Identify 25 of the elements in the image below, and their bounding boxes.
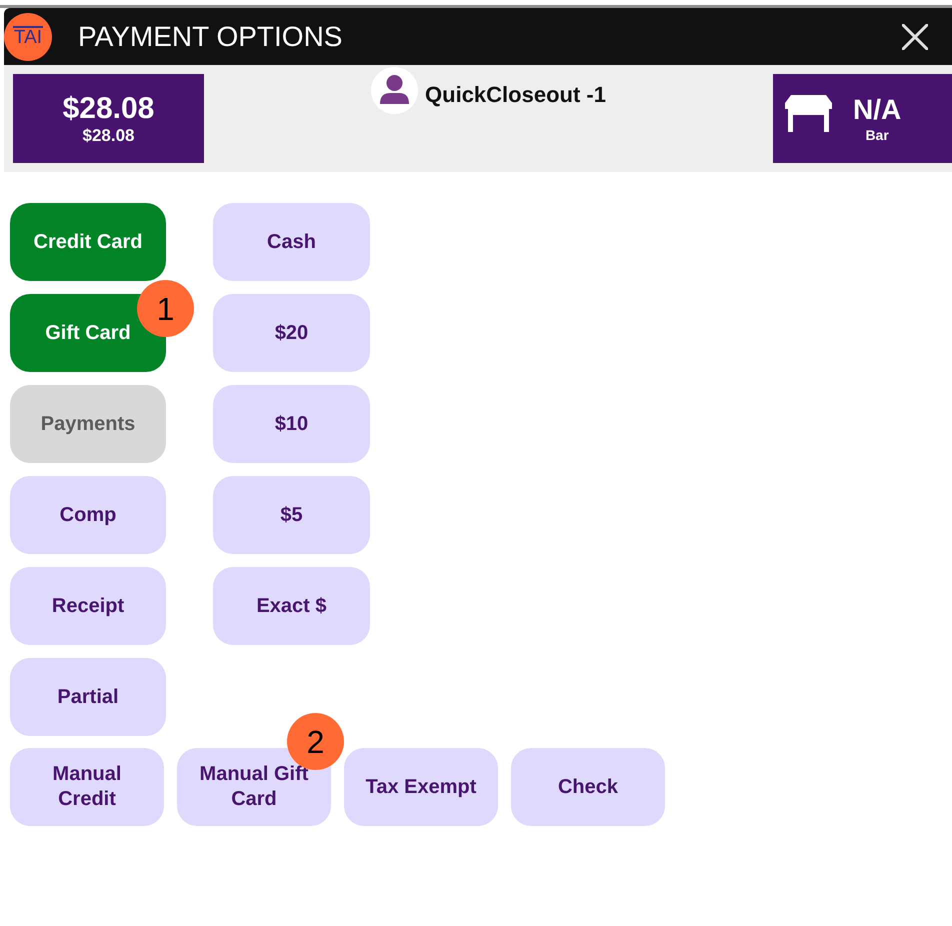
brand-logo: TAI xyxy=(4,12,52,60)
payment-button[interactable]: $20 xyxy=(213,294,370,372)
close-icon[interactable] xyxy=(902,24,928,50)
payment-button[interactable]: Receipt xyxy=(10,567,166,645)
table-icon xyxy=(785,95,832,132)
table-panel[interactable]: N/A Bar xyxy=(773,74,952,163)
payment-button[interactable]: Payments xyxy=(10,385,166,463)
window-title: PAYMENT OPTIONS xyxy=(78,20,344,52)
payment-button[interactable]: $5 xyxy=(213,476,370,554)
payment-button[interactable]: Manual Credit xyxy=(10,748,164,826)
payment-button[interactable]: Comp xyxy=(10,476,166,554)
payment-button[interactable]: $10 xyxy=(213,385,370,463)
payment-button[interactable]: Check xyxy=(511,748,665,826)
customer-name: QuickCloseout -1 xyxy=(425,82,606,108)
person-icon xyxy=(371,67,418,114)
balance-amount: $28.08 xyxy=(82,126,134,146)
payment-button[interactable]: Exact $ xyxy=(213,567,370,645)
total-amount: $28.08 xyxy=(62,92,154,126)
payment-button[interactable]: Partial xyxy=(10,658,166,736)
payment-button[interactable]: Credit Card xyxy=(10,203,166,281)
payment-button[interactable]: Cash xyxy=(213,203,370,281)
payment-button[interactable]: Tax Exempt xyxy=(344,748,498,826)
table-area: Bar xyxy=(865,126,889,144)
step-badge: 1 xyxy=(137,280,194,337)
table-name: N/A xyxy=(853,94,902,126)
